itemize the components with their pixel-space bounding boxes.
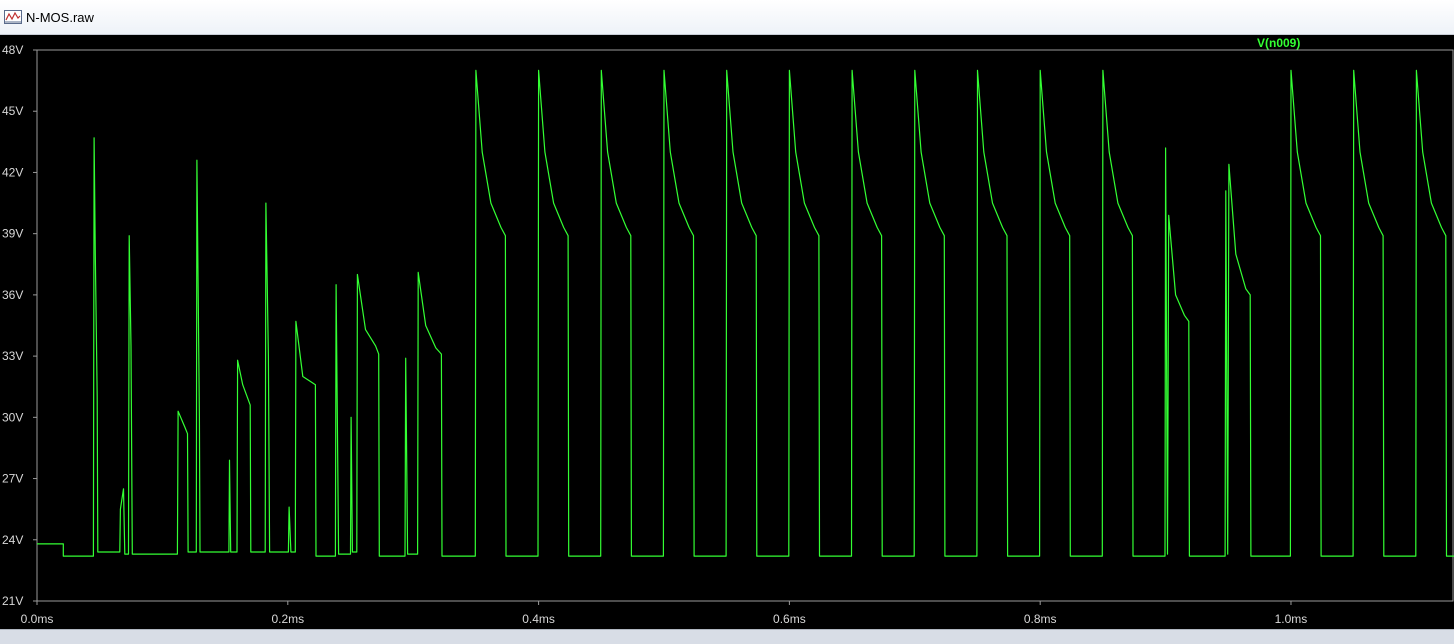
y-tick-label: 30V [2,410,23,424]
trace-legend-label[interactable]: V(n009) [1257,36,1300,50]
y-tick-label: 48V [2,43,23,57]
series-line-0 [37,69,1454,557]
trace-group [37,69,1454,557]
waveform-plot[interactable]: 21V 24V 27V 30V 33V 36V 39V 42V 45V 48V 0.0ms 0.2m… [0,35,1454,629]
x-tick-label: 0.0ms [21,612,54,626]
y-tick-label: 42V [2,165,23,179]
title-bar[interactable]: N-MOS.raw [0,0,1454,35]
plot-pane[interactable]: 21V 24V 27V 30V 33V 36V 39V 42V 45V 48V 0.0ms 0.2m… [0,35,1454,629]
plot-frame [36,49,1454,602]
y-tick-label: 27V [2,472,23,486]
y-tick-label: 39V [2,227,23,241]
x-tick-label: 0.4ms [522,612,555,626]
y-tick-label: 45V [2,104,23,118]
y-tick-label: 21V [2,594,23,608]
y-tick-label: 33V [2,349,23,363]
waveform-icon [4,10,22,24]
x-tick-label: 0.6ms [773,612,806,626]
window-bottom-edge [0,629,1454,644]
waveform-viewer-window: N-MOS.raw 21V 24V 27V 30V 33V 36V 39V 42V 45V 48V… [0,0,1454,644]
y-tick-label: 24V [2,533,23,547]
x-tick-label: 1.0ms [1275,612,1308,626]
x-axis: 0.0ms 0.2ms 0.4ms 0.6ms 0.8ms 1.0ms [21,601,1308,626]
y-axis: 21V 24V 27V 30V 33V 36V 39V 42V 45V 48V [2,43,37,608]
y-tick-label: 36V [2,288,23,302]
x-tick-label: 0.8ms [1024,612,1057,626]
window-title: N-MOS.raw [26,10,94,25]
x-tick-label: 0.2ms [271,612,304,626]
